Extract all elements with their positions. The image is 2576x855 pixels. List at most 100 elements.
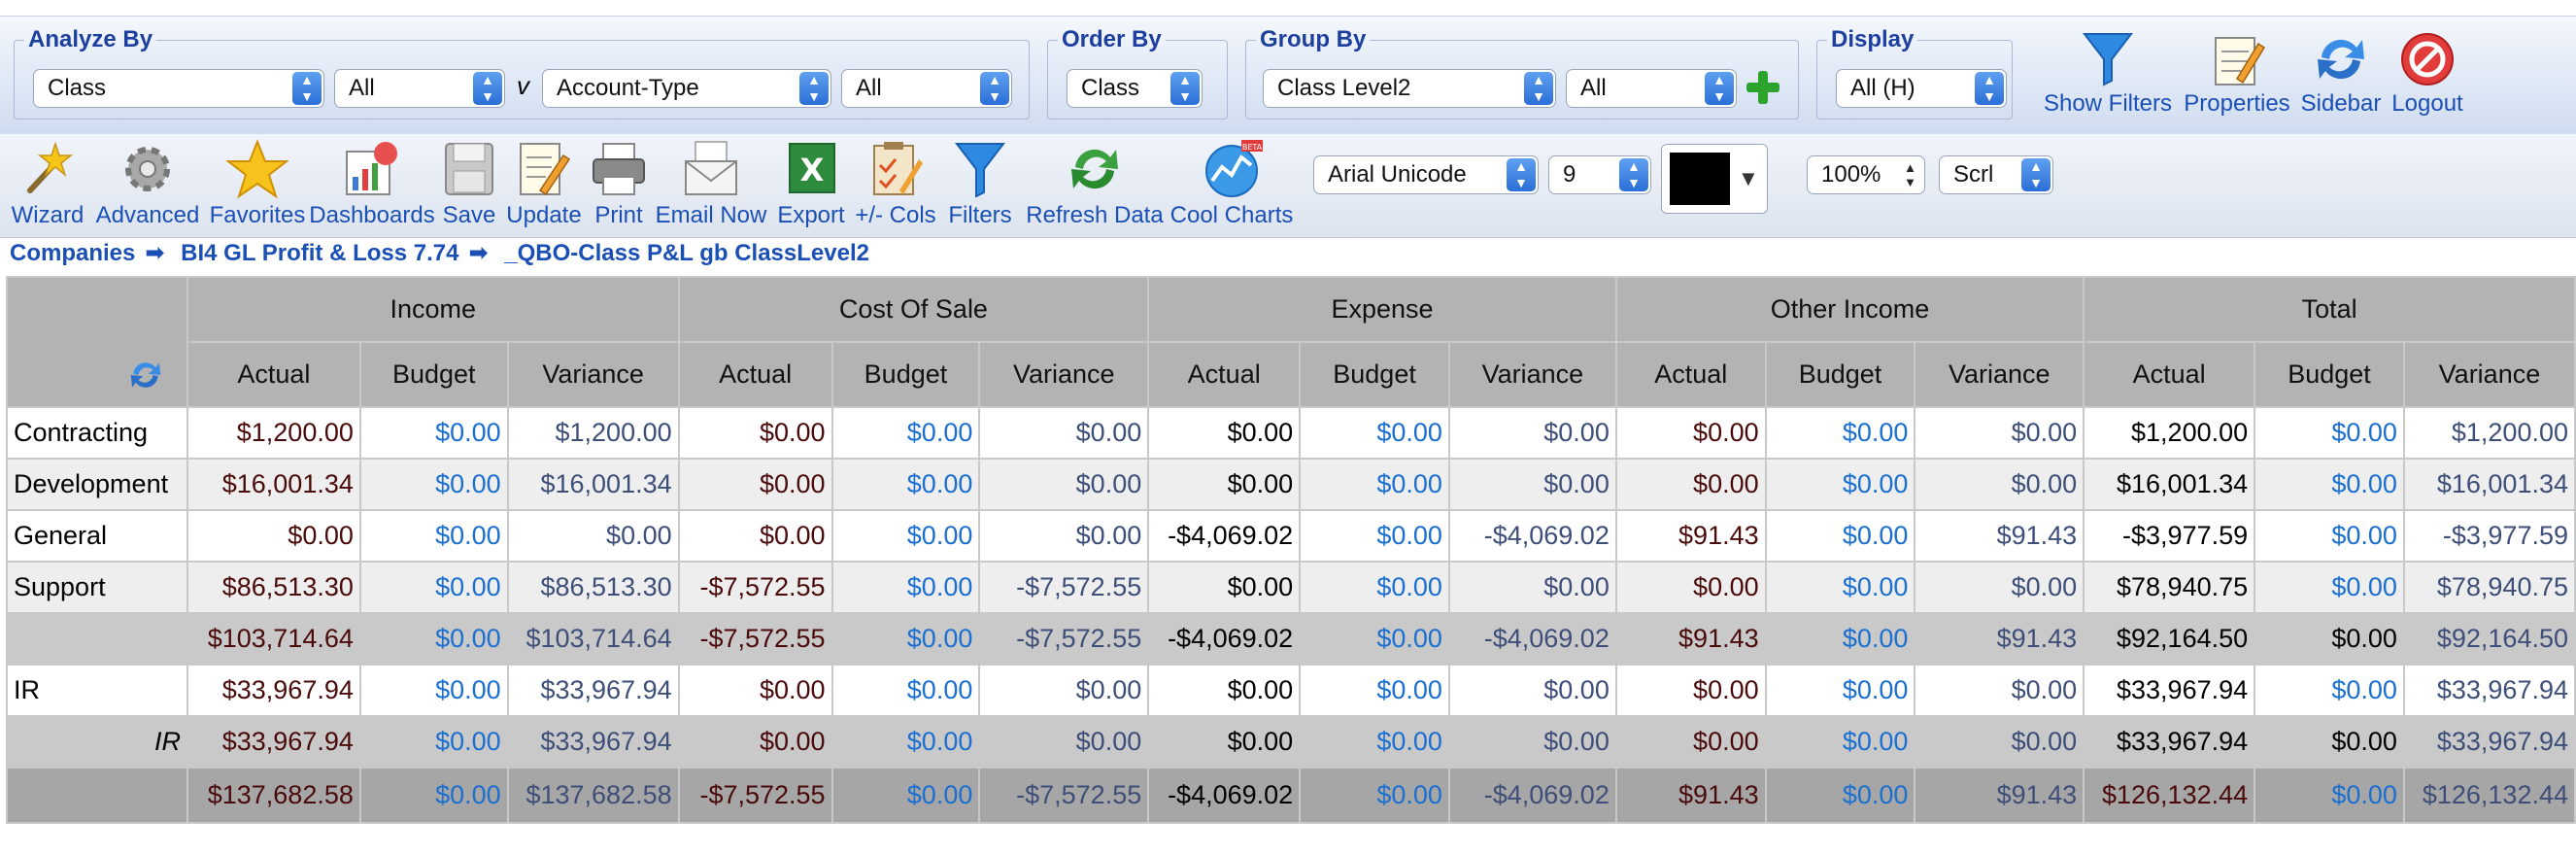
- table-cell: $0.00: [2254, 509, 2405, 563]
- zoom-stepper[interactable]: 100% ▲ ▼: [1807, 155, 1925, 194]
- table-cell: $33,967.94: [2083, 664, 2256, 717]
- group-by-select[interactable]: Class Level2 ▲ ▼: [1263, 69, 1556, 108]
- table-cell: $16,001.34: [2083, 458, 2256, 511]
- show-filters-button[interactable]: Show Filters: [2040, 30, 2176, 118]
- favorites-button[interactable]: Favorites: [204, 138, 311, 229]
- toolbar: Wizard Advanced Favorites Dashboards Sav…: [0, 134, 2576, 238]
- table-cell: $0.00: [1147, 458, 1302, 511]
- gear-icon: [125, 147, 170, 191]
- sub-header-budget[interactable]: Budget: [830, 341, 981, 408]
- sub-header-variance[interactable]: Variance: [978, 341, 1150, 408]
- cols-button[interactable]: +/- Cols: [851, 138, 940, 229]
- display-select[interactable]: All (H) ▲ ▼: [1836, 69, 2007, 108]
- table-row[interactable]: Contracting $1,200.00 $0.00 $1,200.00 $0.00 $…: [6, 406, 2576, 460]
- table-cell: $33,967.94: [186, 715, 361, 769]
- sub-header-actual[interactable]: Actual: [677, 341, 833, 408]
- table-cell: -$4,069.02: [1147, 612, 1302, 666]
- table-cell: $0.00: [830, 612, 981, 666]
- select-arrows-icon: ▲ ▼: [1507, 158, 1536, 191]
- grand-total-row[interactable]: $137,682.58 $0.00 $137,682.58 -$7,572.55 $0.…: [6, 767, 2576, 824]
- sub-header-budget[interactable]: Budget: [1299, 341, 1450, 408]
- table-cell: $0.00: [1299, 612, 1450, 666]
- advanced-button[interactable]: Advanced: [91, 138, 204, 229]
- sub-header-budget[interactable]: Budget: [2254, 341, 2405, 408]
- sub-header-variance[interactable]: Variance: [1447, 341, 1617, 408]
- table-cell: $0.00: [677, 406, 833, 460]
- sub-header-budget[interactable]: Budget: [358, 341, 509, 408]
- table-cell: $86,513.30: [186, 561, 361, 614]
- table-row[interactable]: IR $33,967.94 $0.00 $33,967.94 $0.00 $0.00 $0.…: [6, 664, 2576, 717]
- print-button[interactable]: Print: [587, 138, 651, 229]
- refresh-data-button[interactable]: Refresh Data: [1022, 138, 1168, 229]
- sidebar-label: Sidebar: [2300, 90, 2382, 117]
- font-color-picker[interactable]: ▼: [1661, 144, 1768, 214]
- sub-header-actual[interactable]: Actual: [2083, 341, 2256, 408]
- funnel-icon: [2082, 33, 2134, 86]
- filters-button[interactable]: Filters: [944, 138, 1016, 229]
- logout-label: Logout: [2391, 90, 2463, 117]
- table-row[interactable]: General $0.00 $0.00 $0.00 $0.00 $0.00 $0.00 -$4…: [6, 509, 2576, 563]
- table-cell: $0.00: [1447, 458, 1617, 511]
- subtotal-row[interactable]: $103,714.64 $0.00 $103,714.64 -$7,572.55 $0.…: [6, 612, 2576, 666]
- sub-header-actual[interactable]: Actual: [1147, 341, 1302, 408]
- subtotal-row[interactable]: IR $33,967.94 $0.00 $33,967.94 $0.00 $0.00 $0.…: [6, 715, 2576, 769]
- sub-header-variance[interactable]: Variance: [1914, 341, 2085, 408]
- properties-button[interactable]: Properties: [2176, 30, 2298, 118]
- account-type-select[interactable]: Account-Type ▲ ▼: [542, 69, 831, 108]
- update-button[interactable]: Update: [503, 138, 585, 229]
- table-cell: $0.00: [1914, 664, 2085, 717]
- group-by-value-select[interactable]: All ▲ ▼: [1566, 69, 1737, 108]
- select-arrows-icon: ▲ ▼: [1619, 158, 1648, 191]
- table-cell: $0.00: [978, 458, 1150, 511]
- account-type-value-select[interactable]: All ▲ ▼: [841, 69, 1012, 108]
- table-cell: $33,967.94: [2402, 715, 2576, 769]
- table-cell: $0.00: [1447, 715, 1617, 769]
- group-header-row: Income Cost Of Sale Expense Other Income…: [6, 276, 2576, 408]
- table-cell: $0.00: [1147, 561, 1302, 614]
- color-swatch: [1670, 153, 1730, 205]
- table-row[interactable]: Development $16,001.34 $0.00 $16,001.34 $0.0…: [6, 458, 2576, 511]
- font-size-select[interactable]: 9 ▲ ▼: [1548, 155, 1651, 194]
- email-now-button[interactable]: Email Now: [653, 138, 769, 229]
- favorites-label: Favorites: [209, 202, 306, 228]
- breadcrumb-current[interactable]: _QBO-Class P&L gb ClassLevel2: [504, 240, 869, 266]
- table-cell: $91.43: [1614, 509, 1767, 563]
- arrow-right-icon: ➡: [468, 240, 489, 266]
- sub-header-variance[interactable]: Variance: [506, 341, 680, 408]
- analyze-by-field-select[interactable]: Class ▲ ▼: [33, 69, 324, 108]
- dashboards-button[interactable]: Dashboards: [309, 138, 435, 229]
- breadcrumb-companies[interactable]: Companies: [10, 240, 135, 266]
- sub-header-variance[interactable]: Variance: [2402, 341, 2576, 408]
- sidebar-button[interactable]: Sidebar: [2296, 30, 2386, 118]
- sub-header-actual[interactable]: Actual: [186, 341, 361, 408]
- add-group-plus-icon[interactable]: [1745, 69, 1781, 106]
- table-row[interactable]: Support $86,513.30 $0.00 $86,513.30 -$7,572.…: [6, 561, 2576, 614]
- envelope-icon: [685, 141, 737, 195]
- account-type-value-text: All: [856, 75, 882, 101]
- table-cell: $1,200.00: [2083, 406, 2256, 460]
- table-cell: $0.00: [2254, 406, 2405, 460]
- funnel-icon: [954, 143, 1006, 198]
- refresh-icon[interactable]: [126, 357, 165, 393]
- analyze-by-field-value-select[interactable]: All ▲ ▼: [334, 69, 505, 108]
- table-cell: -$7,572.55: [978, 561, 1150, 614]
- table-cell: $0.00: [1299, 561, 1450, 614]
- scroll-select[interactable]: Scrl ▲ ▼: [1939, 155, 2053, 194]
- sub-header-budget[interactable]: Budget: [1764, 341, 1916, 408]
- logout-button[interactable]: Logout: [2386, 30, 2469, 118]
- breadcrumb-report[interactable]: BI4 GL Profit & Loss 7.74: [181, 240, 458, 266]
- printer-icon: [593, 143, 645, 195]
- cool-charts-icon: BETA: [1205, 140, 1263, 197]
- order-by-select[interactable]: Class ▲ ▼: [1067, 69, 1203, 108]
- table-cell: $0.00: [358, 715, 509, 769]
- font-family-select[interactable]: Arial Unicode ▲ ▼: [1313, 155, 1539, 194]
- table-cell: $92,164.50: [2083, 612, 2256, 666]
- wizard-button[interactable]: Wizard: [8, 138, 87, 229]
- sub-header-actual[interactable]: Actual: [1614, 341, 1767, 408]
- table-cell: -$4,069.02: [1147, 767, 1302, 824]
- save-button[interactable]: Save: [437, 138, 501, 229]
- export-button[interactable]: X Export: [771, 138, 851, 229]
- cool-charts-button[interactable]: BETA Cool Charts: [1169, 138, 1294, 229]
- row-label: Support: [6, 561, 188, 614]
- table-cell: $0.00: [1614, 664, 1767, 717]
